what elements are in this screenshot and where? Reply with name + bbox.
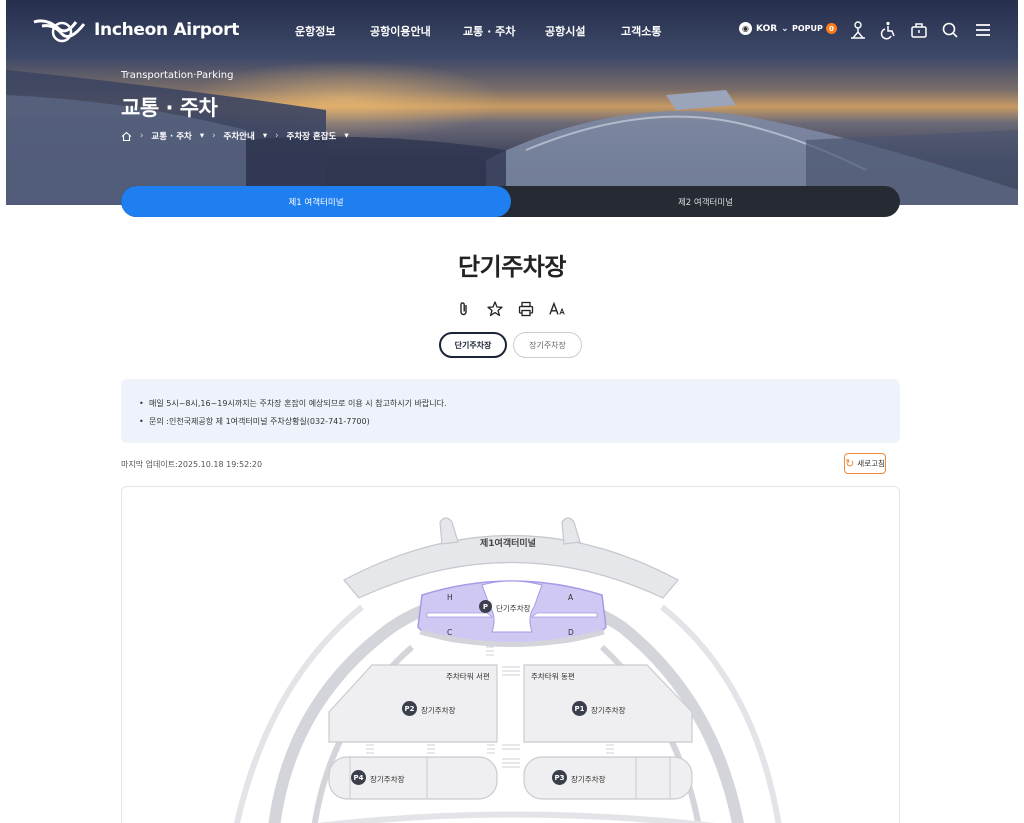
home-icon[interactable] <box>121 131 132 142</box>
hero-title: 교통 · 주차 <box>121 96 218 120</box>
global-nav: 운항정보 공항이용안내 교통 · 주차 공항시설 고객소통 <box>0 23 1024 39</box>
refresh-icon: ↻ <box>845 457 855 470</box>
accessibility-map-icon[interactable] <box>848 20 868 40</box>
language-label: KOR <box>756 23 778 34</box>
chevron-down-icon[interactable]: ▾ <box>200 131 204 141</box>
zone-c-label[interactable]: C <box>447 628 452 637</box>
breadcrumb-separator-icon: › <box>140 131 144 141</box>
baggage-icon[interactable] <box>909 20 929 40</box>
notice-box: 매일 5시~8시,16~19시까지는 주차장 혼잡이 예상되므로 이용 시 참고… <box>121 379 900 443</box>
short-term-map-label[interactable]: 단기주차장 <box>496 603 531 614</box>
breadcrumb-item-parking-guide[interactable]: 주차안내 <box>224 130 255 142</box>
chevron-down-icon: ⌄ <box>781 23 789 34</box>
nav-transport-parking[interactable]: 교통 · 주차 <box>463 23 515 39</box>
page-tools <box>455 300 575 320</box>
breadcrumb-separator-icon: › <box>275 131 279 141</box>
breadcrumb-item-congestion[interactable]: 주차장 혼잡도 <box>287 130 337 142</box>
refresh-button[interactable]: ↻ 새로고침 <box>844 453 886 474</box>
nav-airport-guide[interactable]: 공항이용안내 <box>370 23 431 39</box>
tab-terminal-2[interactable]: 제2 여객터미널 <box>511 186 900 217</box>
breadcrumb-separator-icon: › <box>212 131 216 141</box>
zone-h-label[interactable]: H <box>447 593 453 602</box>
chevron-down-icon[interactable]: ▾ <box>263 131 267 141</box>
parking-map: 제1여객터미널 H A C D P 단기주차장 주차타워 서편 주차타워 동편 … <box>121 486 900 823</box>
notice-item: 문의 :인천국제공항 제 1여객터미널 주차상황실(032-741-7700) <box>139 413 447 431</box>
p1-long-term-label[interactable]: 장기주차장 <box>591 705 626 716</box>
star-icon[interactable] <box>486 300 504 318</box>
last-updated: 마지막 업데이트:2025.10.18 19:52:20 <box>121 460 263 469</box>
notice-item: 매일 5시~8시,16~19시까지는 주차장 혼잡이 예상되므로 이용 시 참고… <box>139 395 447 413</box>
p1-badge: P1 <box>572 701 587 716</box>
language-selector[interactable]: ◉ KOR ⌄ <box>739 22 789 35</box>
tower-east-label: 주차타워 동편 <box>531 672 575 681</box>
breadcrumb-item-transport[interactable]: 교통 · 주차 <box>151 130 191 142</box>
attach-icon[interactable] <box>455 300 473 318</box>
nav-facilities[interactable]: 공항시설 <box>545 23 585 39</box>
p4-long-term-label[interactable]: 장기주차장 <box>370 774 405 785</box>
p2-badge: P2 <box>402 701 417 716</box>
globe-icon: ◉ <box>739 22 752 35</box>
parking-type-tabs: 단기주차장 장기주차장 <box>0 332 1024 358</box>
p3-badge: P3 <box>552 770 567 785</box>
wheelchair-icon[interactable] <box>879 20 899 40</box>
chevron-down-icon[interactable]: ▾ <box>344 131 348 141</box>
zone-d-label[interactable]: D <box>568 628 574 637</box>
zone-a-label[interactable]: A <box>568 593 573 602</box>
notice-list: 매일 5시~8시,16~19시까지는 주차장 혼잡이 예상되므로 이용 시 참고… <box>139 395 447 431</box>
terminal-tabs: 제1 여객터미널 제2 여객터미널 <box>121 186 900 217</box>
print-icon[interactable] <box>517 300 535 318</box>
p4-badge: P4 <box>351 770 366 785</box>
tower-west-label: 주차타워 서편 <box>446 672 490 681</box>
nav-customer[interactable]: 고객소통 <box>621 23 661 39</box>
refresh-label: 새로고침 <box>857 459 885 468</box>
tab-short-term[interactable]: 단기주차장 <box>439 332 507 358</box>
p3-long-term-label[interactable]: 장기주차장 <box>571 774 606 785</box>
tab-terminal-1[interactable]: 제1 여객터미널 <box>121 186 511 217</box>
p-badge: P <box>479 600 492 613</box>
page-title: 단기주차장 <box>458 253 566 281</box>
hero-subtitle: Transportation·Parking <box>121 70 234 81</box>
menu-icon[interactable] <box>973 20 993 40</box>
p2-long-term-label[interactable]: 장기주차장 <box>421 705 456 716</box>
popup-button[interactable]: POPUP 0 <box>792 23 837 34</box>
global-header: Incheon Airport 운항정보 공항이용안내 교통 · 주차 공항시설… <box>0 0 1024 62</box>
font-size-icon[interactable] <box>549 300 567 318</box>
tab-long-term[interactable]: 장기주차장 <box>513 332 582 358</box>
nav-flight-info[interactable]: 운항정보 <box>295 23 335 39</box>
popup-count-badge: 0 <box>825 23 837 34</box>
popup-label: POPUP <box>792 24 823 33</box>
terminal-1-label: 제1여객터미널 <box>480 539 536 549</box>
breadcrumb: › 교통 · 주차 ▾ › 주차안내 ▾ › 주차장 혼잡도 ▾ <box>121 130 349 142</box>
search-icon[interactable] <box>940 20 960 40</box>
